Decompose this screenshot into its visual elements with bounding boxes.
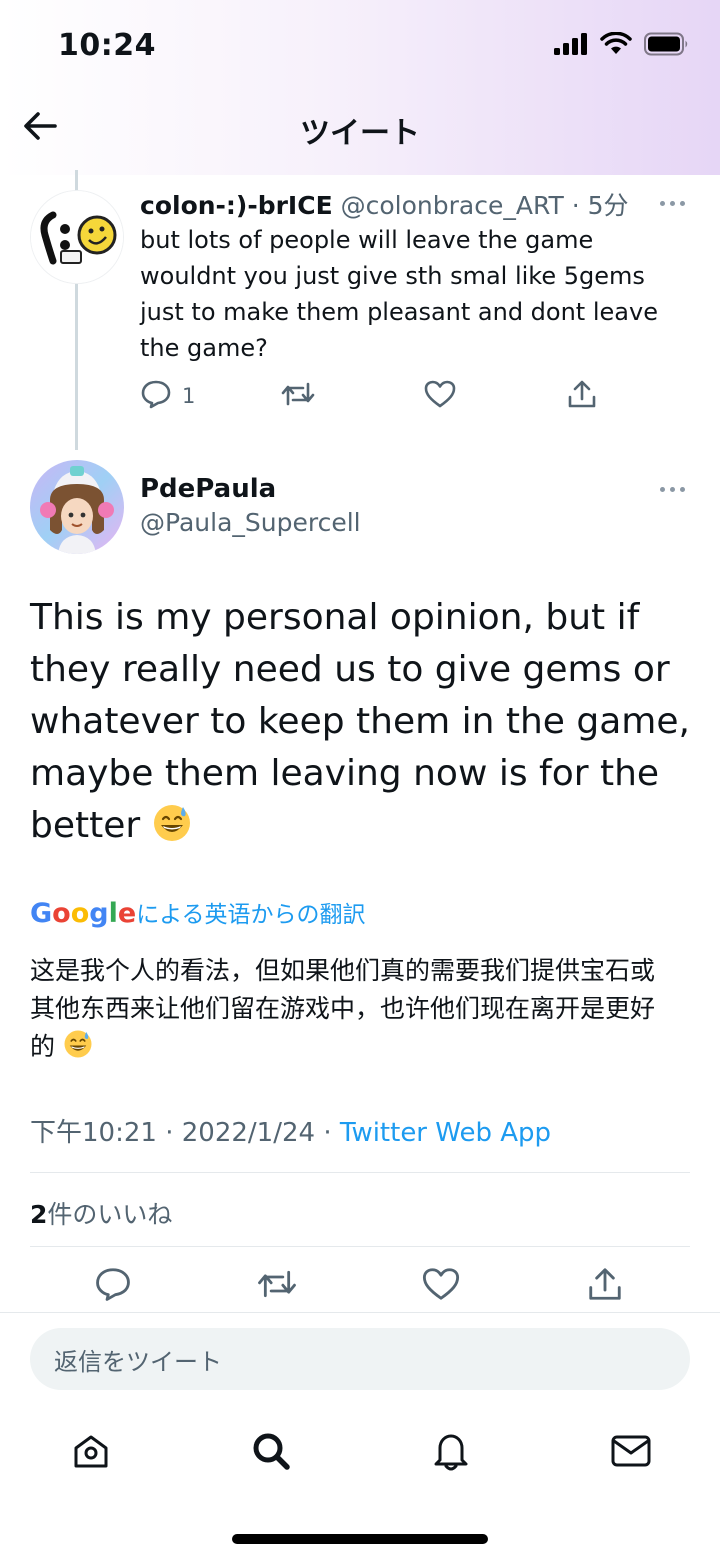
retweet-icon: [280, 379, 316, 414]
tab-search[interactable]: [246, 1428, 296, 1478]
tweet-source-link[interactable]: Twitter Web App: [340, 1118, 551, 1148]
translated-text-block: 这是我个人的看法，但如果他们真的需要我们提供宝石或其他东西来让他们留在游戏中，也…: [30, 952, 670, 1070]
grinning-sweat-emoji: [152, 803, 192, 858]
bell-icon: [431, 1430, 471, 1476]
speech-bubble-icon: [94, 1266, 132, 1307]
reply-input[interactable]: 返信をツイート: [30, 1328, 690, 1390]
tab-home[interactable]: [66, 1428, 116, 1478]
retweet-icon: [256, 1266, 298, 1307]
reply-author-name[interactable]: colon-:)-brICE: [140, 191, 333, 220]
reply-author-avatar[interactable]: [30, 190, 124, 284]
reply-count: 1: [182, 384, 196, 408]
share-icon: [586, 1265, 624, 1308]
envelope-icon: [610, 1433, 652, 1473]
page-title: ツイート: [300, 116, 420, 151]
likes-count: 2: [30, 1200, 48, 1229]
reply-button[interactable]: 1: [140, 374, 195, 418]
status-icons: [554, 31, 690, 60]
search-icon: [250, 1430, 292, 1476]
home-icon: [71, 1431, 111, 1475]
main-author-handle[interactable]: @Paula_Supercell: [140, 508, 361, 537]
main-tweet-text-block: This is my personal opinion, but if they…: [30, 592, 690, 858]
main-author-avatar[interactable]: [30, 460, 124, 554]
heart-icon: [424, 379, 456, 414]
likes-summary[interactable]: 2件のいいね: [30, 1195, 172, 1231]
main-tweet-text: This is my personal opinion, but if they…: [30, 597, 690, 846]
like-button[interactable]: [422, 1264, 460, 1308]
google-logo: Google: [30, 898, 137, 929]
translated-text: 这是我个人的看法，但如果他们真的需要我们提供宝石或其他东西来让他们留在游戏中，也…: [30, 956, 656, 1061]
speech-bubble-icon: [140, 379, 172, 414]
reply-input-placeholder: 返信をツイート: [54, 1347, 222, 1376]
reply-time-ago[interactable]: 5分: [588, 191, 629, 220]
translation-label: による英语からの翻訳: [136, 902, 366, 928]
more-horizontal-icon[interactable]: [660, 198, 690, 208]
reply-button[interactable]: [94, 1264, 132, 1308]
meta-separator: ·: [323, 1118, 332, 1148]
translation-attribution[interactable]: Googleによる英语からの翻訳: [30, 895, 366, 929]
like-button[interactable]: [424, 374, 456, 418]
reply-tweet-text: but lots of people will leave the game w…: [140, 226, 658, 362]
likes-label: 件のいいね: [47, 1200, 173, 1229]
share-icon: [566, 378, 598, 415]
divider: [0, 1312, 720, 1313]
battery-icon: [644, 32, 690, 60]
reply-author-handle[interactable]: @colonbrace_ART: [341, 191, 564, 220]
bottom-tab-bar: [0, 1420, 720, 1490]
grinning-sweat-emoji: [63, 1029, 93, 1070]
top-navigation: ツイート: [0, 90, 720, 170]
heart-icon: [422, 1266, 460, 1307]
wifi-icon: [600, 31, 632, 60]
divider: [30, 1246, 690, 1247]
cellular-signal-icon: [554, 33, 588, 59]
tweet-timestamp: 下午10:21 · 2022/1/24 · Twitter Web App: [30, 1112, 551, 1149]
tweet-date[interactable]: 2022/1/24: [182, 1118, 315, 1148]
tab-notifications[interactable]: [426, 1428, 476, 1478]
main-author-name[interactable]: PdePaula: [140, 474, 276, 504]
tweet-time[interactable]: 下午10:21: [30, 1118, 157, 1148]
main-tweet-actions: [30, 1264, 690, 1312]
reply-author-line: colon-:)-brICE @colonbrace_ART · 5分: [140, 186, 629, 222]
more-horizontal-icon[interactable]: [660, 484, 690, 494]
share-button[interactable]: [566, 374, 598, 418]
home-indicator[interactable]: [232, 1534, 488, 1544]
share-button[interactable]: [586, 1264, 624, 1308]
divider: [30, 1172, 690, 1173]
retweet-button[interactable]: [256, 1264, 298, 1308]
reply-tweet-actions: 1: [140, 374, 620, 418]
status-bar: 10:24: [0, 0, 720, 90]
meta-separator: ·: [571, 191, 580, 220]
status-time: 10:24: [58, 28, 156, 63]
meta-separator: ·: [165, 1118, 174, 1148]
retweet-button[interactable]: [280, 374, 316, 418]
tab-messages[interactable]: [606, 1428, 656, 1478]
